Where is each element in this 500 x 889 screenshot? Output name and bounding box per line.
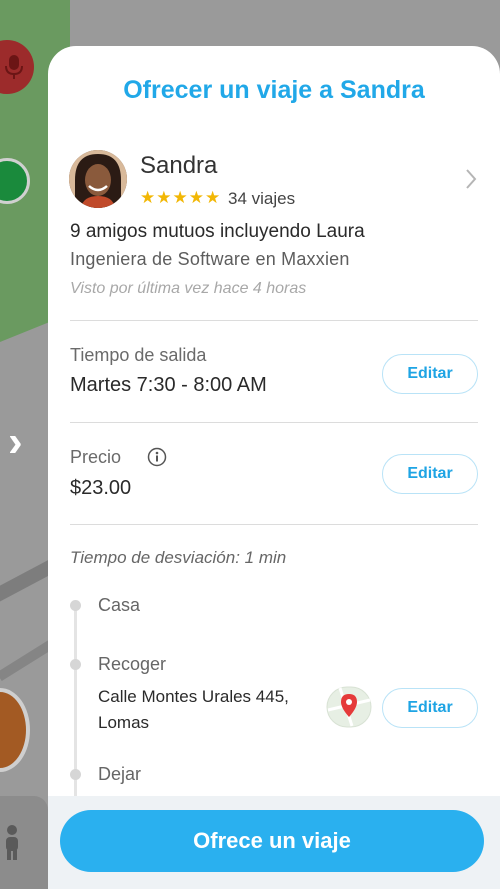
map-action-button	[0, 688, 30, 772]
avatar[interactable]	[69, 150, 127, 208]
edit-price-button[interactable]: Editar	[382, 454, 478, 494]
chevron-right-icon: ›	[8, 417, 23, 466]
departure-value: Martes 7:30 - 8:00 AM	[70, 374, 267, 396]
price-value: $23.00	[70, 477, 132, 499]
trip-count: 34 viajes	[228, 189, 296, 208]
timeline-dot	[70, 659, 81, 670]
pickup-address: Calle Montes Urales 445, Lomas	[98, 684, 328, 736]
last-seen: Visto por última vez hace 4 horas	[70, 280, 307, 297]
chevron-right-icon[interactable]	[464, 168, 478, 190]
sheet-title: Ofrecer un viaje a Sandra	[123, 76, 425, 104]
person-icon	[6, 825, 18, 860]
map-pin-icon[interactable]	[326, 686, 372, 728]
info-icon[interactable]	[147, 447, 167, 467]
job-title: Ingeniera de Software en Maxxien	[70, 249, 350, 269]
edit-pickup-button[interactable]: Editar	[382, 688, 478, 728]
divider	[70, 320, 478, 321]
stop-dropoff-label: Dejar	[98, 764, 142, 784]
departure-label: Tiempo de salida	[70, 345, 207, 365]
price-label: Precio	[70, 447, 122, 467]
user-name[interactable]: Sandra	[140, 152, 217, 180]
rating-stars: ★★★★★	[140, 188, 222, 207]
stop-pickup-label: Recoger	[98, 654, 167, 674]
mutual-friends: 9 amigos mutuos incluyendo Laura	[70, 221, 365, 242]
offer-ride-button[interactable]: Ofrece un viaje	[60, 810, 484, 872]
stop-home-label: Casa	[98, 595, 141, 615]
detour-time: Tiempo de desviación: 1 min	[70, 548, 287, 567]
divider	[70, 524, 478, 525]
pickup-address-line: Lomas	[98, 713, 150, 732]
timeline-dot	[70, 769, 81, 780]
offer-ride-sheet: Ofrecer un viaje a Sandra Sandra ★★★★★ 3…	[48, 46, 500, 889]
edit-departure-button[interactable]: Editar	[382, 354, 478, 394]
pickup-address-line: Calle Montes Urales 445,	[98, 687, 289, 706]
divider	[70, 422, 478, 423]
timeline-dot	[70, 600, 81, 611]
